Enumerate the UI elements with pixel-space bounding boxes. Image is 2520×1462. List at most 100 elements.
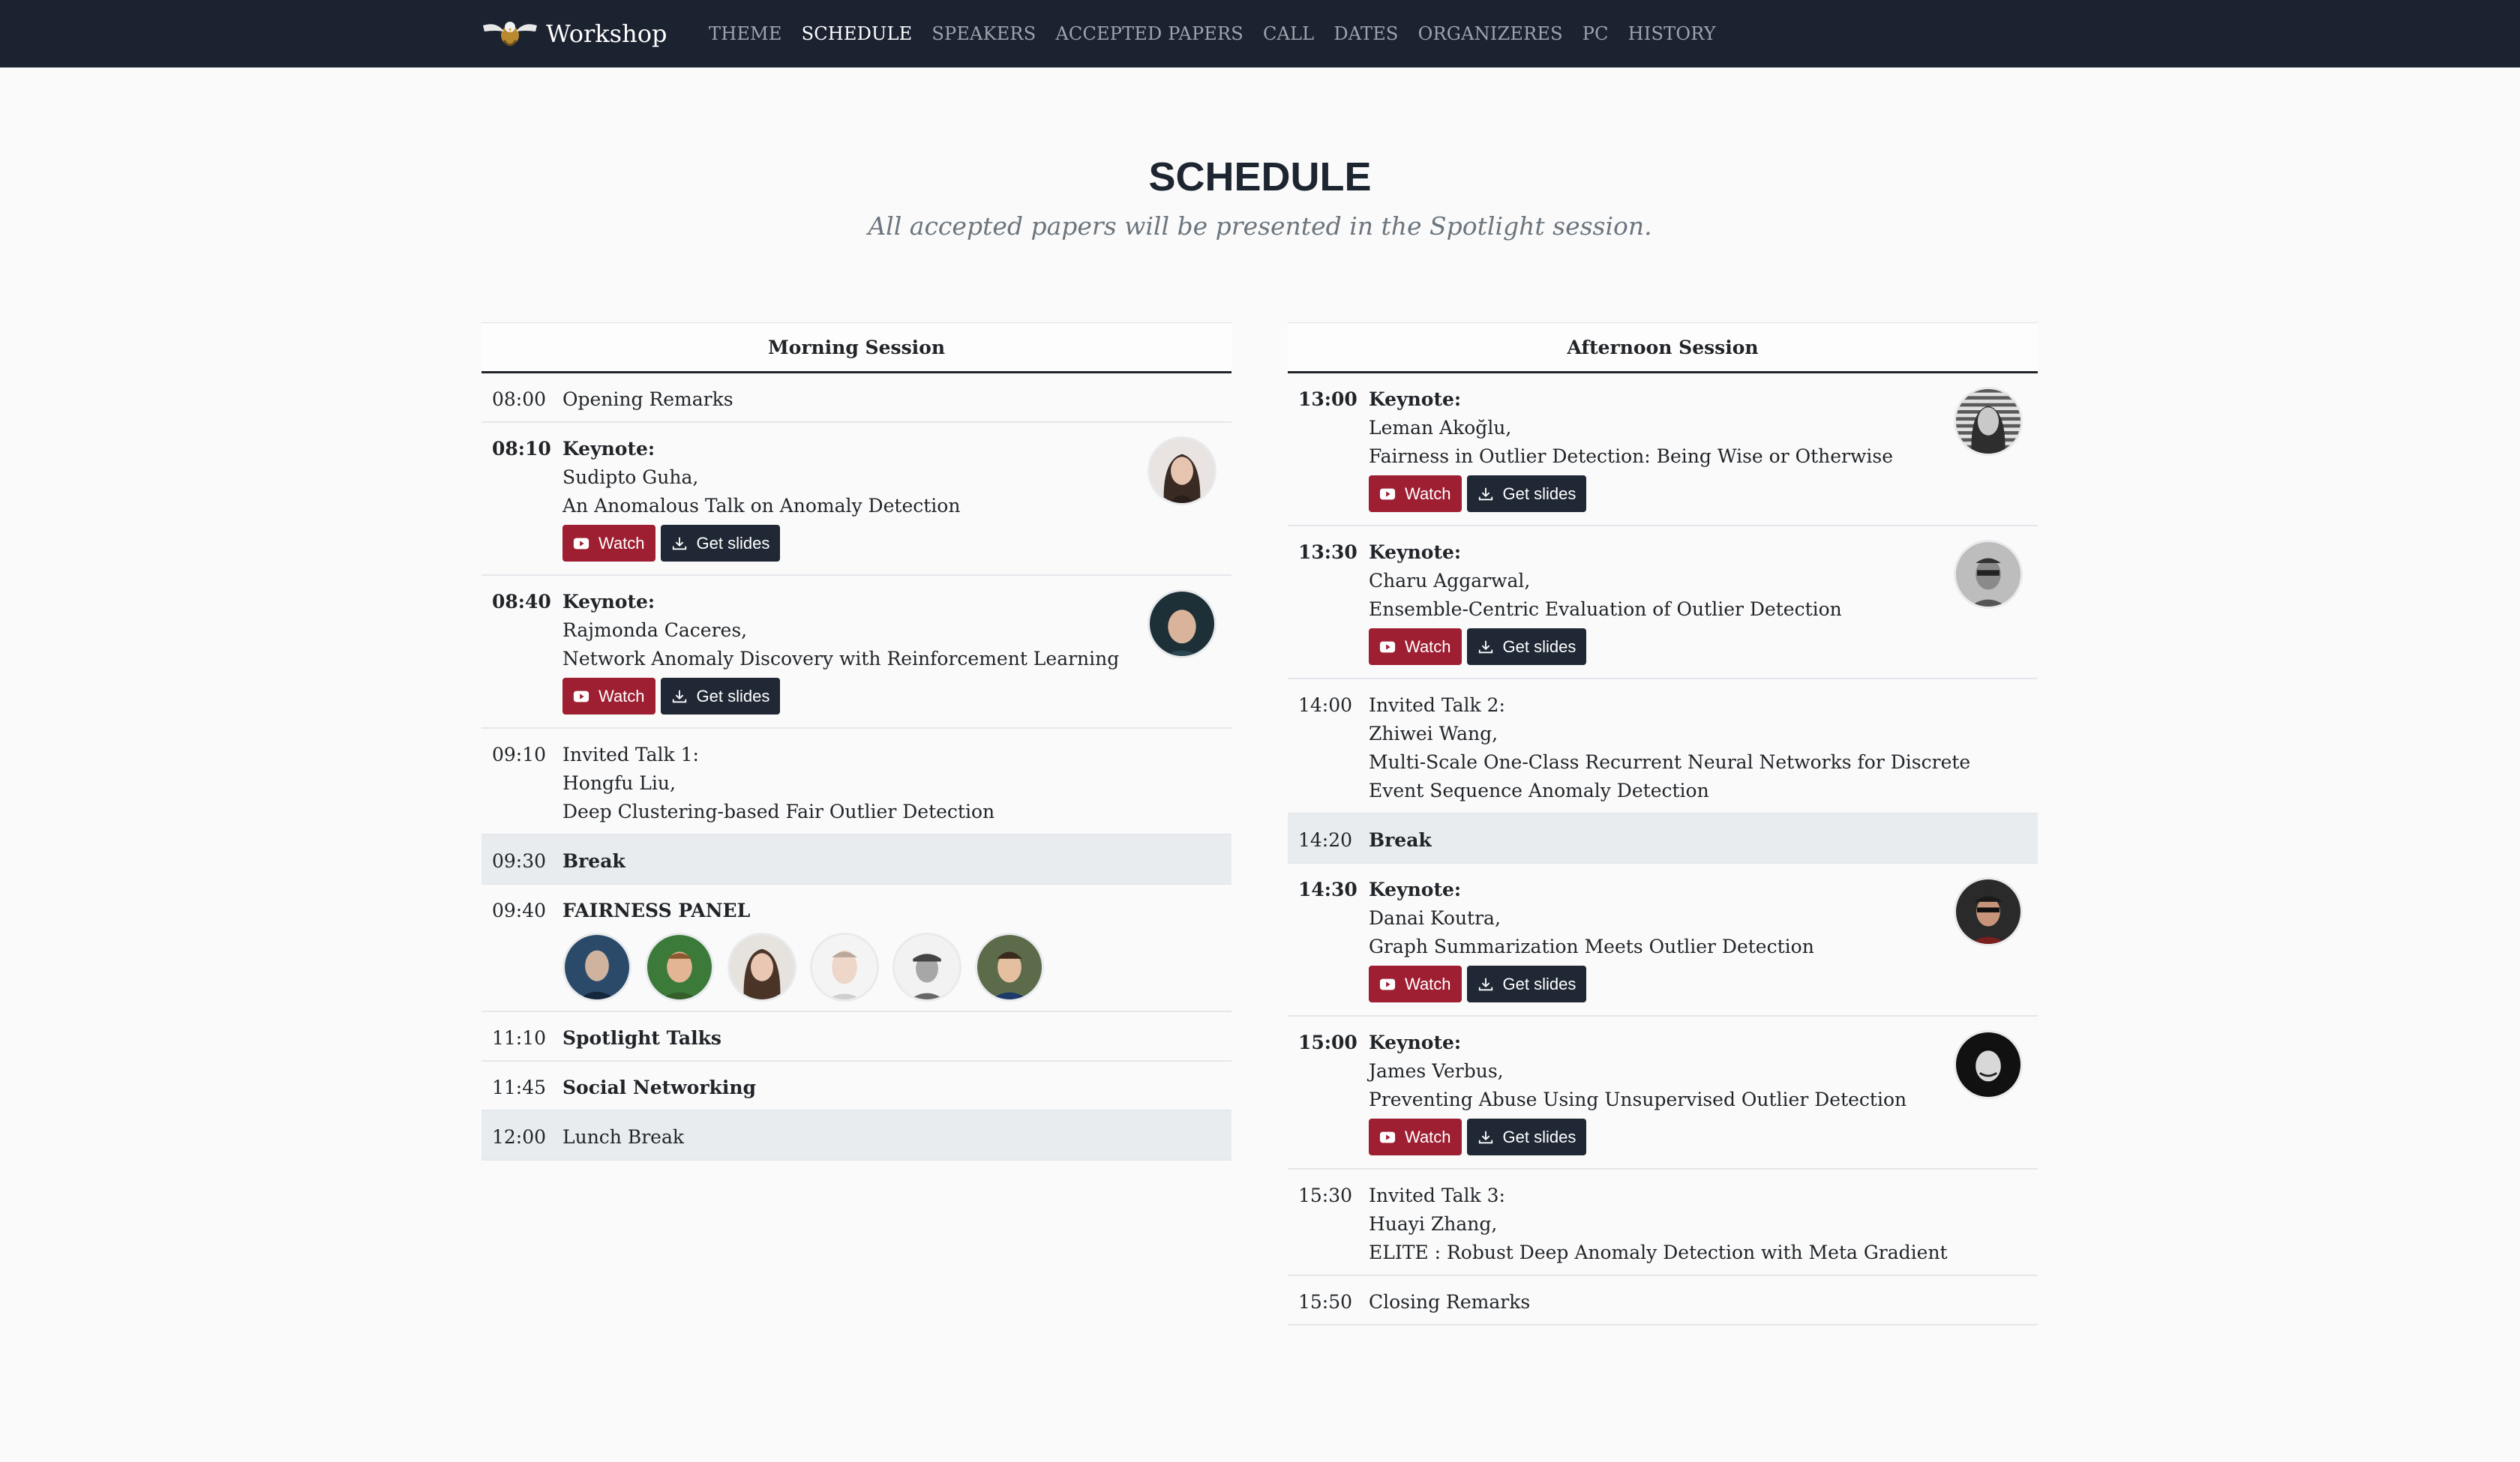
get-slides-button[interactable]: Get slides	[1466, 1119, 1587, 1155]
speaker-avatar	[1954, 387, 2023, 456]
row-title: Lunch Break	[562, 1126, 685, 1148]
row-time: 08:00	[492, 388, 547, 410]
row-talk-title: Deep Clustering-based Fair Outlier Detec…	[562, 801, 995, 822]
schedule-row: 08:00 Opening Remarks	[482, 373, 1232, 423]
eagle-logo-icon	[483, 22, 537, 46]
panelist-avatar	[645, 933, 714, 1002]
row-title: FAIRNESS PANEL	[562, 900, 751, 921]
nav-link-speakers[interactable]: SPEAKERS	[932, 23, 1036, 44]
panelist-avatar	[810, 933, 879, 1002]
nav-link-organizeres[interactable]: ORGANIZERES	[1418, 23, 1563, 44]
row-time: 15:50	[1298, 1291, 1353, 1313]
row-talk-title: Multi-Scale One-Class Recurrent Neural N…	[1369, 751, 1971, 801]
row-speaker: Sudipto Guha,	[562, 466, 699, 488]
row-kind: Keynote:	[1369, 879, 1462, 900]
watch-label: Watch	[1405, 637, 1451, 656]
row-time: 15:30	[1298, 1185, 1353, 1206]
speaker-avatar	[1954, 877, 2023, 946]
row-kind: Keynote:	[562, 591, 656, 613]
watch-button[interactable]: Watch	[1369, 475, 1462, 512]
schedule-row: 08:10 Keynote: Sudipto Guha, An Anomalou…	[482, 423, 1232, 576]
row-time: 15:00	[1298, 1032, 1358, 1053]
row-talk-title: Network Anomaly Discovery with Reinforce…	[562, 648, 1120, 670]
row-time: 08:10	[492, 438, 551, 460]
row-title: Spotlight Talks	[562, 1027, 722, 1049]
panelist-avatar	[975, 933, 1044, 1002]
schedule-row: 15:30 Invited Talk 3: Huayi Zhang, ELITE…	[1288, 1170, 2038, 1276]
download-icon	[1478, 976, 1494, 993]
row-title: Break	[1369, 829, 1432, 851]
slides-label: Get slides	[696, 686, 770, 706]
get-slides-button[interactable]: Get slides	[660, 525, 781, 562]
row-talk-title: Graph Summarization Meets Outlier Detect…	[1369, 936, 1814, 957]
download-icon	[1478, 639, 1494, 655]
panel-avatars	[562, 933, 1221, 1002]
get-slides-button[interactable]: Get slides	[660, 678, 781, 715]
schedule-row: 15:00 Keynote: James Verbus, Preventing …	[1288, 1017, 2038, 1170]
row-kind: Keynote:	[1369, 388, 1462, 410]
get-slides-button[interactable]: Get slides	[1466, 475, 1587, 512]
schedule-row: 09:10 Invited Talk 1: Hongfu Liu, Deep C…	[482, 729, 1232, 835]
afternoon-session-table: Afternoon Session 13:00 Keynote: Leman A…	[1288, 322, 2038, 1326]
speaker-avatar	[1148, 436, 1216, 505]
row-speaker: Rajmonda Caceres,	[562, 619, 748, 641]
nav-link-theme[interactable]: THEME	[709, 23, 782, 44]
nav-link-accepted-papers[interactable]: ACCEPTED PAPERS	[1055, 23, 1244, 44]
schedule-row: 11:45 Social Networking	[482, 1062, 1232, 1111]
watch-button[interactable]: Watch	[1369, 966, 1462, 1002]
row-time: 14:20	[1298, 829, 1353, 851]
nav-link-pc[interactable]: PC	[1582, 23, 1609, 44]
nav-link-history[interactable]: HISTORY	[1628, 23, 1716, 44]
row-time: 08:40	[492, 591, 551, 613]
row-title: Opening Remarks	[562, 388, 734, 410]
schedule-row: 12:00 Lunch Break	[482, 1111, 1232, 1161]
row-time: 14:30	[1298, 879, 1358, 900]
row-speaker: Hongfu Liu,	[562, 772, 676, 794]
download-icon	[1478, 1129, 1494, 1146]
speaker-avatar	[1954, 1030, 2023, 1099]
panelist-avatar	[562, 933, 632, 1002]
row-time: 13:30	[1298, 541, 1358, 563]
youtube-play-icon	[1379, 1129, 1396, 1146]
panelist-avatar	[728, 933, 796, 1002]
slides-label: Get slides	[1502, 484, 1576, 503]
nav-link-call[interactable]: CALL	[1263, 23, 1314, 44]
row-time: 11:10	[492, 1027, 547, 1049]
row-title: Break	[562, 850, 626, 872]
watch-button[interactable]: Watch	[562, 525, 656, 562]
nav-link-dates[interactable]: DATES	[1334, 23, 1398, 44]
nav-link-schedule[interactable]: SCHEDULE	[802, 23, 913, 44]
schedule-row: 14:00 Invited Talk 2: Zhiwei Wang, Multi…	[1288, 679, 2038, 814]
youtube-play-icon	[1379, 976, 1396, 993]
brand-link[interactable]: Workshop	[482, 16, 667, 51]
row-talk-title: Preventing Abuse Using Unsupervised Outl…	[1369, 1089, 1907, 1110]
row-kind: Keynote:	[562, 438, 656, 460]
top-navbar: Workshop THEME SCHEDULE SPEAKERS ACCEPTE…	[0, 0, 2520, 67]
schedule-row: 14:30 Keynote: Danai Koutra, Graph Summa…	[1288, 864, 2038, 1017]
schedule-row: 08:40 Keynote: Rajmonda Caceres, Network…	[482, 576, 1232, 729]
brand-name: Workshop	[546, 19, 668, 48]
youtube-play-icon	[573, 535, 590, 552]
schedule-row: 13:30 Keynote: Charu Aggarwal, Ensemble-…	[1288, 526, 2038, 679]
row-speaker: Zhiwei Wang,	[1369, 723, 1498, 744]
watch-button[interactable]: Watch	[1369, 628, 1462, 665]
get-slides-button[interactable]: Get slides	[1466, 966, 1587, 1002]
get-slides-button[interactable]: Get slides	[1466, 628, 1587, 665]
row-time: 09:30	[492, 850, 547, 872]
panelist-avatar	[892, 933, 962, 1002]
page-subtitle: All accepted papers will be presented in…	[868, 211, 1652, 241]
download-icon	[1478, 486, 1494, 502]
row-kind: Invited Talk 1:	[562, 744, 699, 765]
row-time: 11:45	[492, 1077, 547, 1098]
nav-links: THEME SCHEDULE SPEAKERS ACCEPTED PAPERS …	[709, 0, 1716, 67]
slides-label: Get slides	[1502, 637, 1576, 656]
row-time: 09:40	[492, 900, 547, 921]
slides-label: Get slides	[1502, 1127, 1576, 1146]
schedule-row: 09:40 FAIRNESS PANEL	[482, 885, 1232, 1012]
row-time: 12:00	[492, 1126, 547, 1148]
slides-label: Get slides	[696, 533, 770, 553]
row-title: Social Networking	[562, 1077, 756, 1098]
watch-button[interactable]: Watch	[1369, 1119, 1462, 1155]
row-kind: Keynote:	[1369, 1032, 1462, 1053]
watch-button[interactable]: Watch	[562, 678, 656, 715]
